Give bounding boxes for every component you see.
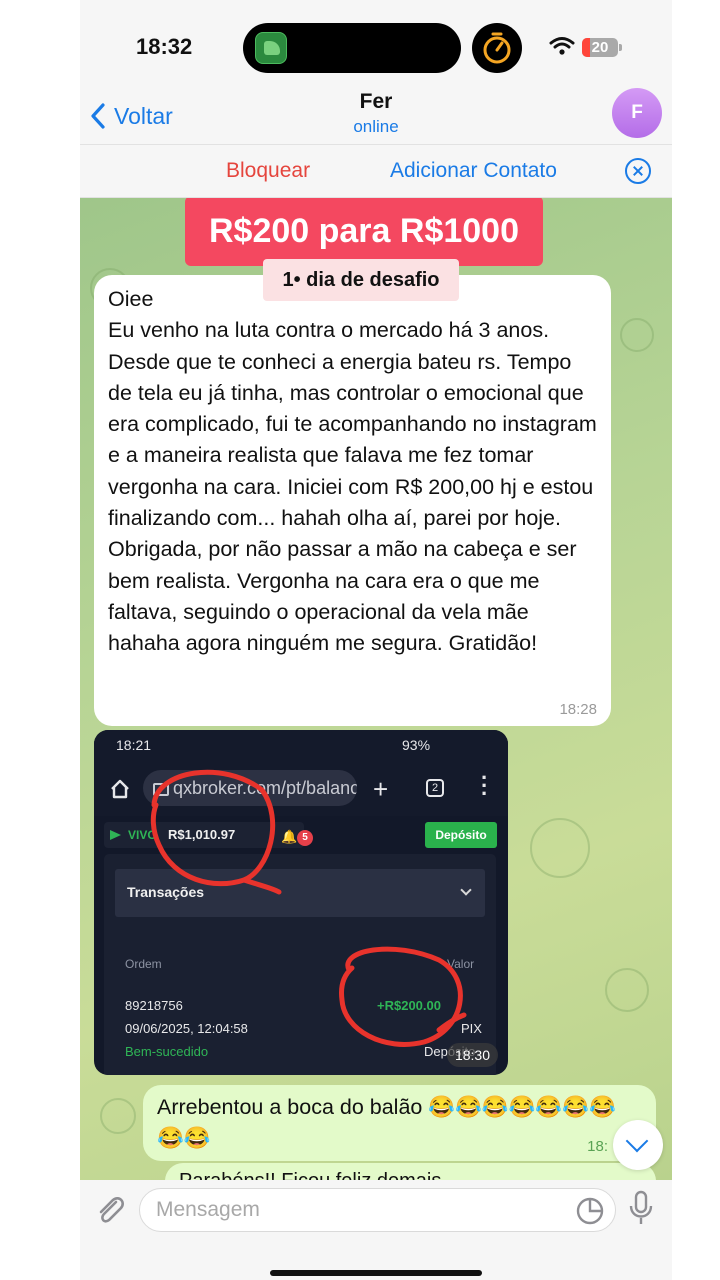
app-icon	[255, 32, 287, 64]
background-doodle	[530, 818, 590, 878]
wifi-icon	[549, 37, 575, 55]
phone-frame: 18:32 20 Voltar Fer online F Bloquear Ad…	[80, 0, 672, 1280]
image-message[interactable]: 18:21 93% qxbroker.com/pt/balanc + 2 · · ·…	[94, 730, 508, 1075]
avatar[interactable]: F	[612, 88, 662, 138]
message-text: Oiee Eu venho na luta contra o mercado h…	[108, 287, 597, 656]
background-doodle	[605, 968, 649, 1012]
chat-header: Voltar Fer online F	[80, 88, 672, 144]
battery-icon: 20	[582, 38, 622, 57]
incoming-message-bubble[interactable]: Oiee Eu venho na luta contra o mercado h…	[94, 275, 611, 726]
message-field[interactable]	[139, 1188, 616, 1232]
composer-bar	[80, 1180, 672, 1280]
block-button[interactable]: Bloquear	[226, 159, 310, 183]
message-time: 18:	[587, 1138, 608, 1155]
close-icon[interactable]	[625, 158, 651, 184]
red-circle-annotations	[150, 769, 467, 1047]
home-indicator	[270, 1270, 482, 1276]
add-contact-button[interactable]: Adicionar Contato	[390, 159, 557, 183]
scroll-down-button[interactable]	[613, 1120, 663, 1170]
screen: 18:32 20 Voltar Fer online F Bloquear Ad…	[0, 0, 720, 1280]
battery-level: 20	[591, 39, 609, 56]
attachment-icon[interactable]	[94, 1192, 126, 1228]
message-text: Arrebentou a boca do balão 😂😂😂😂😂😂😂😂😂	[157, 1095, 616, 1150]
chat-area[interactable]: R$200 para R$1000 Oiee Eu venho na luta …	[80, 198, 672, 1180]
promo-title: R$200 para R$1000	[185, 198, 543, 266]
background-doodle	[620, 318, 654, 352]
contact-name[interactable]: Fer	[80, 90, 672, 114]
outgoing-message-bubble[interactable]: Arrebentou a boca do balão 😂😂😂😂😂😂😂😂😂 18:	[143, 1085, 656, 1161]
message-input[interactable]	[156, 1189, 556, 1231]
background-doodle	[100, 1098, 136, 1134]
message-time: 18:28	[559, 701, 597, 718]
outgoing-message-bubble[interactable]: Parabéns!! Ficou feliz demais	[165, 1163, 656, 1180]
image-time: 18:30	[446, 1043, 498, 1067]
status-bar: 18:32 20	[80, 0, 672, 88]
promo-subtitle: 1• dia de desafio	[263, 259, 459, 301]
microphone-icon[interactable]	[628, 1190, 654, 1226]
sticker-icon[interactable]	[576, 1197, 604, 1225]
status-time: 18:32	[136, 34, 193, 59]
message-text: Parabéns!! Ficou feliz demais	[179, 1170, 441, 1180]
action-bar: Bloquear Adicionar Contato	[80, 144, 672, 198]
dynamic-island	[243, 23, 461, 73]
timer-icon	[472, 23, 522, 73]
contact-status: online	[353, 117, 399, 136]
